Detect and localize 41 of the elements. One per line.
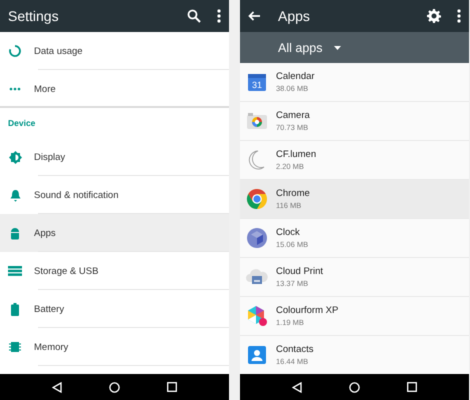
bell-icon bbox=[10, 188, 20, 202]
screen-title: Settings bbox=[8, 8, 60, 24]
app-name: Camera bbox=[276, 110, 310, 121]
cube-icon bbox=[246, 227, 268, 249]
back-arrow-icon[interactable] bbox=[248, 11, 260, 21]
cloud-printer-icon bbox=[246, 268, 268, 286]
recents-icon[interactable] bbox=[167, 382, 178, 392]
contact-card-icon bbox=[247, 345, 267, 365]
app-name: Cloud Print bbox=[276, 266, 323, 277]
home-icon[interactable] bbox=[108, 382, 120, 392]
filter-dropdown[interactable]: All apps bbox=[278, 40, 342, 54]
screen-title: Apps bbox=[278, 8, 311, 24]
back-icon[interactable] bbox=[292, 382, 302, 392]
recents-icon[interactable] bbox=[407, 382, 418, 392]
storage-icon bbox=[8, 266, 22, 276]
brightness-icon bbox=[8, 150, 22, 164]
app-name: Contacts bbox=[276, 344, 314, 355]
app-name: Calendar bbox=[276, 71, 315, 82]
crescent-moon-icon bbox=[248, 150, 266, 170]
app-name: Clock bbox=[276, 227, 301, 238]
more-icon bbox=[9, 87, 21, 91]
app-name: Chrome bbox=[276, 188, 310, 199]
settings-icon[interactable] bbox=[427, 9, 441, 23]
caret-icon bbox=[334, 46, 342, 50]
home-icon[interactable] bbox=[348, 382, 360, 392]
memory-icon bbox=[9, 341, 21, 353]
hexagon-icon bbox=[246, 305, 268, 327]
back-icon[interactable] bbox=[52, 382, 62, 392]
ring-icon bbox=[9, 45, 21, 57]
battery-icon bbox=[11, 302, 19, 316]
overflow-menu-icon[interactable] bbox=[217, 9, 221, 23]
app-name: CF.lumen bbox=[276, 149, 316, 160]
android-icon bbox=[10, 226, 20, 240]
section-header: Device bbox=[8, 118, 36, 128]
app-name: Colourform XP bbox=[276, 305, 338, 316]
chrome-icon bbox=[246, 188, 268, 210]
search-icon[interactable] bbox=[187, 9, 201, 23]
settings-item[interactable]: Apps bbox=[0, 214, 229, 252]
overflow-menu-icon[interactable] bbox=[457, 9, 461, 23]
calendar-icon: 31 bbox=[247, 72, 267, 92]
camera-icon bbox=[246, 112, 268, 130]
